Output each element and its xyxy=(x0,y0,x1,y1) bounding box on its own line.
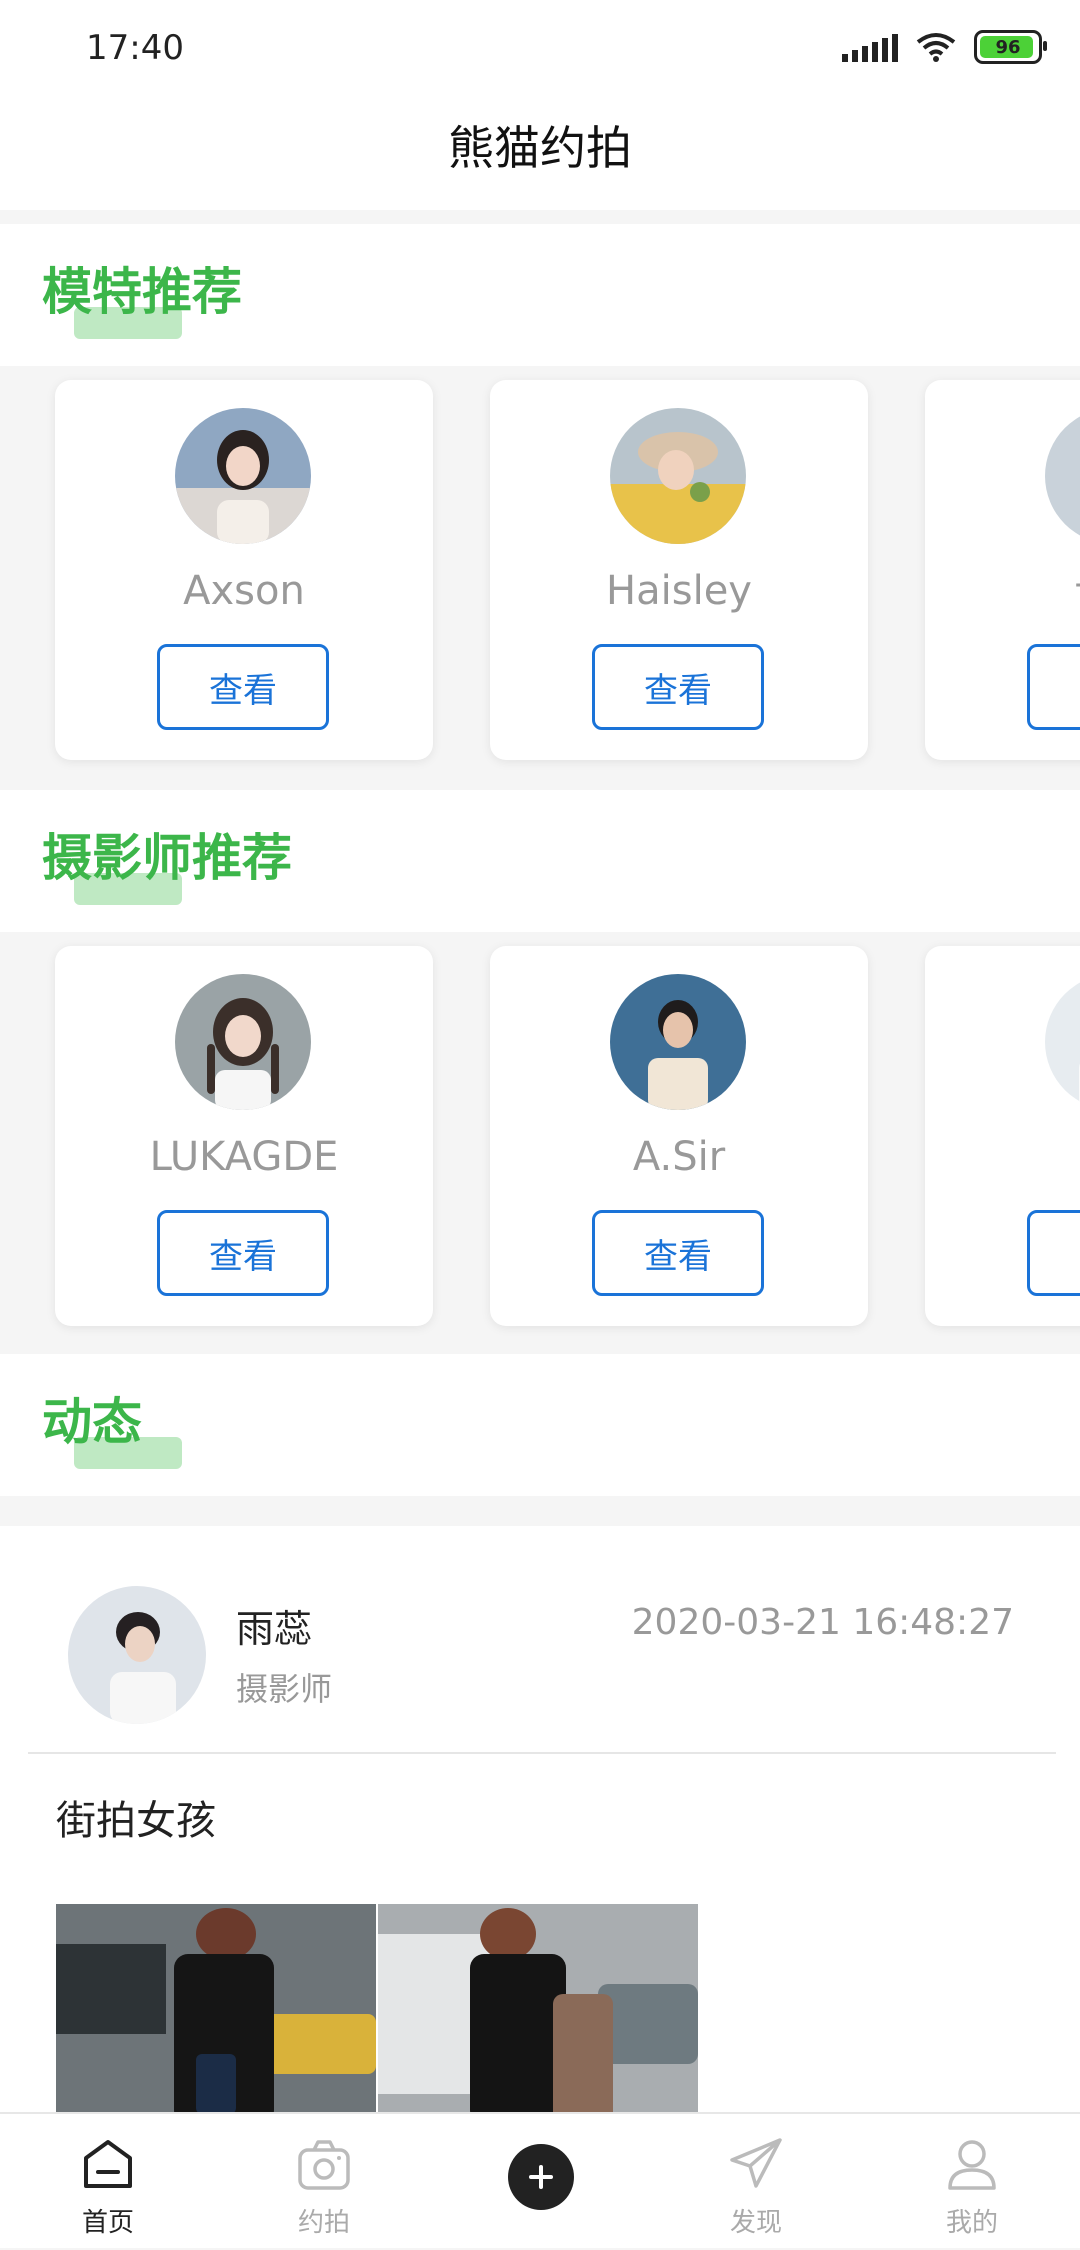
tab-label: 约拍 xyxy=(297,2208,350,2238)
avatar xyxy=(175,974,311,1110)
paper-plane-icon xyxy=(730,2138,782,2188)
user-icon xyxy=(948,2140,996,2190)
photographer-name: LUKAGDE xyxy=(149,1134,339,1180)
author-avatar[interactable] xyxy=(68,1586,206,1724)
section-title: 模特推荐 xyxy=(42,263,242,321)
feed-post[interactable]: 雨蕊 摄影师 2020-03-21 16:48:27 街拍女孩 xyxy=(0,1526,1080,2114)
status-bar: 17:40 96 xyxy=(0,0,1080,96)
view-button[interactable]: 查看 xyxy=(1027,1210,1080,1296)
post-timestamp: 2020-03-21 16:48:27 xyxy=(631,1602,1014,1643)
view-button[interactable]: 查看 xyxy=(157,1210,329,1296)
tab-me[interactable]: 我的 xyxy=(864,2114,1080,2250)
status-icons: 96 xyxy=(842,30,1047,64)
view-button[interactable]: 查看 xyxy=(592,1210,764,1296)
model-name: Haisley xyxy=(606,568,752,614)
tab-discover[interactable]: 发现 xyxy=(648,2114,864,2250)
tab-add[interactable] xyxy=(432,2114,648,2250)
post-photo[interactable] xyxy=(56,1904,376,2114)
status-time: 17:40 xyxy=(86,28,184,68)
title-bar: 熊猫约拍 xyxy=(0,96,1080,210)
camera-icon xyxy=(298,2140,350,2190)
model-carousel[interactable]: Axson 查看 Haisley 查看 可乐 查看 xyxy=(0,366,1080,786)
tab-label: 发现 xyxy=(729,2208,782,2238)
photographer-card[interactable]: LUKAGDE 查看 xyxy=(55,946,433,1326)
wifi-icon xyxy=(916,33,956,62)
plus-icon xyxy=(508,2144,574,2210)
tab-label: 首页 xyxy=(81,2208,134,2238)
photographer-carousel[interactable]: LUKAGDE 查看 A.Sir 查看 雨 查看 xyxy=(0,932,1080,1352)
post-text: 街拍女孩 xyxy=(56,1798,216,1844)
author-role: 摄影师 xyxy=(236,1670,333,1708)
tab-label: 我的 xyxy=(945,2208,998,2238)
battery-icon: 96 xyxy=(974,30,1047,64)
divider xyxy=(28,1752,1056,1754)
model-card[interactable]: Axson 查看 xyxy=(55,380,433,760)
author-name[interactable]: 雨蕊 xyxy=(236,1598,312,1653)
photographer-card[interactable]: A.Sir 查看 xyxy=(490,946,868,1326)
page-title: 熊猫约拍 xyxy=(448,121,632,175)
avatar xyxy=(175,408,311,544)
tab-booking[interactable]: 约拍 xyxy=(216,2114,432,2250)
model-name: Axson xyxy=(183,568,305,614)
post-photo[interactable] xyxy=(378,1904,698,2114)
section-header-models: 模特推荐 xyxy=(0,224,1080,366)
view-button[interactable]: 查看 xyxy=(592,644,764,730)
view-button[interactable]: 查看 xyxy=(1027,644,1080,730)
bottom-tab-bar: 首页 约拍 发现 我的 xyxy=(0,2112,1080,2248)
section-title: 动态 xyxy=(42,1393,142,1451)
avatar xyxy=(610,974,746,1110)
battery-level: 96 xyxy=(995,36,1021,58)
photographer-name: A.Sir xyxy=(632,1134,726,1180)
section-title: 摄影师推荐 xyxy=(42,829,292,887)
signal-icon xyxy=(842,32,898,62)
model-name: 可乐 xyxy=(925,568,1080,626)
view-button[interactable]: 查看 xyxy=(157,644,329,730)
photographer-card[interactable]: 雨 查看 xyxy=(925,946,1080,1326)
avatar xyxy=(1045,974,1080,1110)
model-card[interactable]: 可乐 查看 xyxy=(925,380,1080,760)
model-card[interactable]: Haisley 查看 xyxy=(490,380,868,760)
section-header-photographers: 摄影师推荐 xyxy=(0,790,1080,932)
photographer-name: 雨 xyxy=(925,1134,1080,1192)
avatar xyxy=(610,408,746,544)
section-header-feed: 动态 xyxy=(0,1354,1080,1496)
tab-home[interactable]: 首页 xyxy=(0,2114,216,2250)
home-icon xyxy=(84,2140,132,2188)
avatar xyxy=(1045,408,1080,544)
